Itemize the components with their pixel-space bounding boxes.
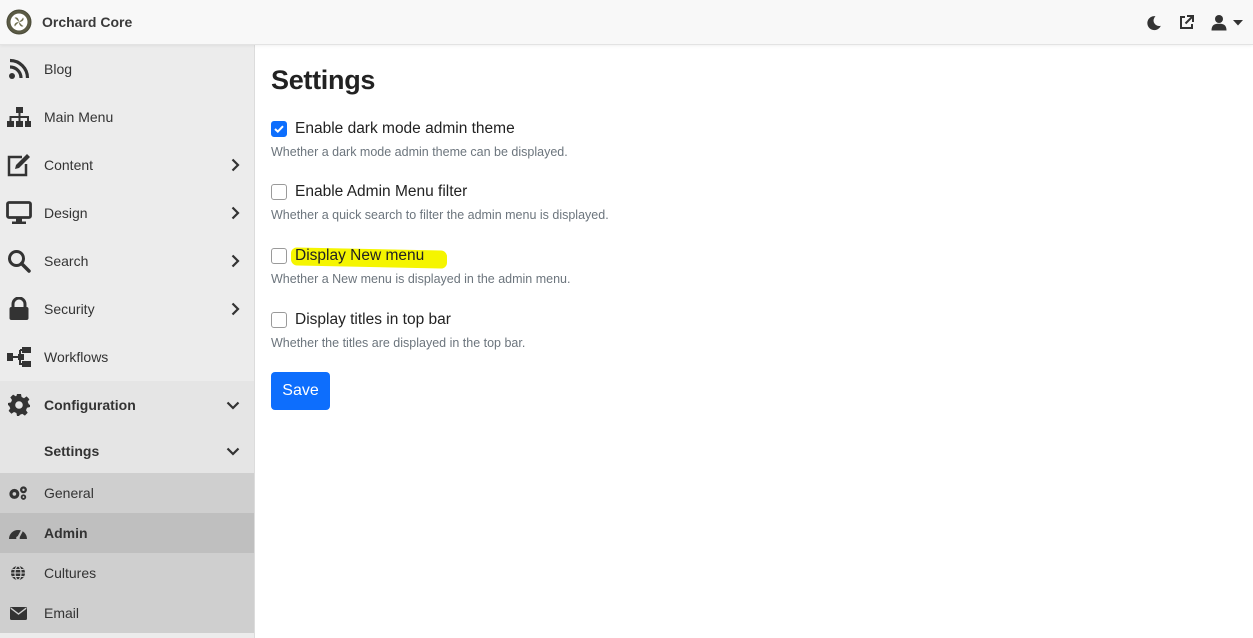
edit-icon [6,153,32,177]
sidebar-item-configuration[interactable]: Configuration [0,381,254,429]
sidebar-item-blog[interactable]: Blog [0,45,254,93]
sidebar-item-label: Workflows [44,349,109,365]
sidebar-item-label: Design [44,205,88,221]
setting-dark-mode: Enable dark mode admin theme Whether a d… [271,118,568,159]
titles-top-bar-checkbox[interactable] [271,312,287,328]
sidebar-item-security[interactable]: Security [0,285,254,333]
main-content: Settings Enable dark mode admin theme Wh… [271,45,1241,638]
brand[interactable]: Orchard Core [6,9,132,35]
globe-icon [8,565,28,581]
sidebar-item-general[interactable]: General [0,473,254,513]
setting-display-new-menu: Display New menu Whether a New menu is d… [271,245,570,286]
desktop-icon [6,201,32,225]
sidebar-item-label: Configuration [44,397,136,413]
cogs-icon [8,485,28,501]
user-icon [1211,15,1227,31]
dark-mode-toggle[interactable] [1146,0,1162,45]
sitemap-icon [6,105,32,129]
chevron-down-icon [226,401,240,410]
visit-site-link[interactable] [1178,0,1195,45]
checkmark-icon [274,125,284,133]
dark-mode-checkbox[interactable] [271,121,287,137]
sidebar-item-content[interactable]: Content [0,141,254,189]
sidebar-item-cultures[interactable]: Cultures [0,553,254,593]
sidebar-item-label: Admin [44,525,88,541]
workflows-icon [6,345,32,369]
sidebar-item-label: Main Menu [44,109,114,125]
chevron-right-icon [231,254,240,268]
sidebar-item-admin[interactable]: Admin [0,513,254,553]
sidebar-group-label: Settings [44,443,100,459]
sidebar-item-main-menu[interactable]: Main Menu [0,93,254,141]
moon-icon [1147,15,1161,30]
sidebar-item-label: Email [44,605,80,621]
sidebar-item-label: Cultures [44,565,97,581]
search-icon [6,249,32,273]
sidebar-item-workflows[interactable]: Workflows [0,333,254,381]
setting-label-highlighted[interactable]: Display New menu [291,247,447,269]
setting-label[interactable]: Enable dark mode admin theme [295,120,515,138]
sidebar-item-label: Content [44,157,94,173]
page-title: Settings [271,65,376,95]
chevron-right-icon [231,158,240,172]
app-name: Orchard Core [42,14,133,30]
chevron-right-icon [231,206,240,220]
setting-admin-menu-filter: Enable Admin Menu filter Whether a quick… [271,181,609,222]
dashboard-icon [8,525,28,541]
sidebar-item-label: General [44,485,94,501]
setting-hint: Whether a dark mode admin theme can be d… [271,145,568,159]
setting-label[interactable]: Display titles in top bar [295,311,451,329]
setting-hint: Whether a New menu is displayed in the a… [271,272,571,286]
orchard-core-logo-icon [6,9,32,35]
setting-hint: Whether a quick search to filter the adm… [271,208,609,222]
admin-sidebar: Blog Main Menu Content Design Search Sec… [0,45,255,638]
sidebar-item-email[interactable]: Email [0,593,254,633]
chevron-down-icon [226,447,240,456]
sidebar-item-label: Search [44,253,89,269]
user-menu[interactable] [1211,0,1243,45]
sidebar-item-label: Security [44,301,95,317]
rss-icon [6,57,32,81]
setting-label-text: Display New menu [295,247,425,264]
sidebar-item-search[interactable]: Search [0,237,254,285]
top-bar: Orchard Core [0,0,1253,45]
gear-icon [6,393,32,417]
external-link-icon [1180,15,1194,29]
display-new-menu-checkbox[interactable] [271,248,287,264]
envelope-icon [8,605,28,621]
sidebar-group-settings[interactable]: Settings [0,429,254,473]
sidebar-item-label: Blog [44,61,73,77]
setting-titles-top-bar: Display titles in top bar Whether the ti… [271,309,525,350]
sidebar-item-design[interactable]: Design [0,189,254,237]
chevron-right-icon [231,302,240,316]
caret-down-icon [1233,19,1243,25]
save-button[interactable]: Save [271,372,330,410]
lock-icon [6,297,32,321]
setting-hint: Whether the titles are displayed in the … [271,336,526,350]
setting-label[interactable]: Enable Admin Menu filter [295,183,467,201]
admin-menu-filter-checkbox[interactable] [271,184,287,200]
